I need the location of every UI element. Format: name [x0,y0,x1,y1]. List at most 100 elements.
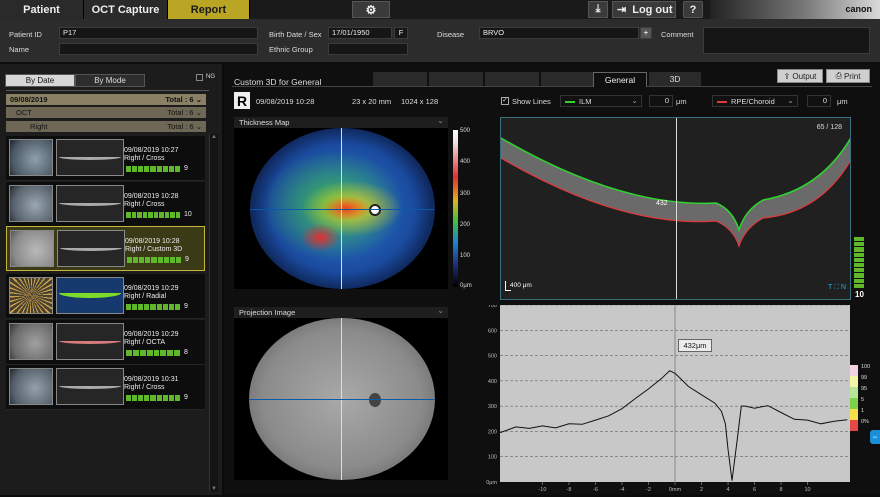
patient-info-bar: Patient ID P17 Name Birth Date / Sex 17/… [0,19,880,63]
x-tick-label: 10 [805,487,811,493]
orientation-icon: T ⛶ N [828,284,846,291]
gear-icon: ⚙ [365,2,377,17]
y-tick-label: 200 [488,429,497,435]
scan-size: 23 x 20 mm [352,97,392,106]
name-label: Name [9,45,30,54]
scale-label: 200 [460,222,471,228]
scan-datetime: 09/08/2019 10:28 [256,97,315,106]
help-button[interactable]: ? [683,1,703,18]
add-disease-button[interactable]: + [640,27,652,39]
rpe-offset-input[interactable]: 0 [807,95,831,107]
list-item[interactable]: 09/08/2019 10:29 Right / OCTA 8 [6,320,205,365]
tree-right[interactable]: Right Total : 6 ⌄ [6,121,206,132]
tab-oct-capture[interactable]: OCT Capture [84,0,168,19]
thickness-tooltip: 432μm [678,339,712,352]
rpe-select[interactable]: RPE/Choroid ⌄ [712,95,798,107]
scan-date: 09/08/2019 10:29 [124,331,179,338]
scalebar-horizontal [505,290,511,291]
disease-field[interactable]: BRVO [479,27,639,39]
quality-value: 10 [184,211,192,218]
chevron-down-icon: ⌄ [195,95,202,104]
scale-label: 400 [460,159,471,165]
ilm-select[interactable]: ILM ⌄ [560,95,642,107]
legend-label: 5 [861,397,865,403]
patient-id-label: Patient ID [9,30,42,39]
ethnic-group-label: Ethnic Group [269,45,313,54]
birthdate-label: Birth Date / Sex [269,30,322,39]
tab-by-date[interactable]: By Date [5,74,75,87]
thickness-profile-chart[interactable]: 0μm 100 200 300 400 500 600 700 -10 -8 -6 -4 -2 0mm 2 4… [480,303,850,495]
tree-oct-total: Total : 6 [167,108,194,117]
scan-type: Right / Custom 3D [125,246,183,253]
comment-label: Comment [661,30,694,39]
output-button[interactable]: ⇪ Output [777,69,823,83]
slice-indicator: 65 / 128 [816,124,842,131]
thickness-marker: 432 [656,200,668,207]
download-button[interactable]: ⤓ [588,1,608,18]
tab-report[interactable]: Report [168,0,250,19]
scan-type: Right / Radial [124,293,167,300]
list-item[interactable]: 09/08/2019 10:29 Right / Radial 9 [6,274,205,319]
side-panel-toggle[interactable]: ⇔ [870,430,880,444]
quality-bar [127,257,181,263]
tab-patient[interactable]: Patient [0,0,84,19]
scan-type: Right / Cross [124,384,165,391]
chevron-down-icon[interactable]: ⌄ [437,306,444,315]
tab-by-mode[interactable]: By Mode [75,74,145,87]
scrollbar[interactable]: ▲ ▼ [209,134,218,492]
list-item[interactable]: 09/08/2019 10:27 Right / Cross 9 [6,136,205,181]
rpe-color-swatch [717,101,727,103]
divider [6,90,209,91]
scan-type: Right / OCTA [124,339,166,346]
scan-date: 09/08/2019 10:28 [124,193,179,200]
list-item[interactable]: 09/08/2019 10:28 Right / Cross 10 [6,182,205,227]
scalebar-label: 400 μm [510,282,532,289]
chevron-down-icon[interactable]: ⌄ [437,116,444,125]
x-tick-label: 8 [780,487,783,493]
logout-button[interactable]: ⇥ Log out [612,1,676,18]
y-tick-label: 400 [488,379,497,385]
show-lines-checkbox[interactable]: ✓ [501,97,509,105]
vertical-cursor [676,118,677,299]
quality-value: 9 [185,256,189,263]
thickness-map-header: Thickness Map ⌄ [234,116,448,128]
optic-disc [369,204,381,216]
print-button[interactable]: ⎙ Print [826,69,870,83]
thickness-map[interactable] [234,128,448,289]
tree-date[interactable]: 09/08/2019 Total : 6 ⌄ [6,94,206,105]
rpe-label: RPE/Choroid [731,97,775,106]
tree-oct-label: OCT [16,108,32,117]
x-tick-label: -6 [593,487,598,493]
print-label: Print [843,71,861,81]
ng-checkbox[interactable] [196,74,203,81]
tree-right-total: Total : 6 [167,122,194,131]
ilm-offset-input[interactable]: 0 [649,95,673,107]
scan-line [249,399,435,400]
sex-field: F [394,27,408,39]
scale-label: 100 [460,253,471,259]
x-tick-label: -4 [620,487,625,493]
chart-svg: 0μm 100 200 300 400 500 600 700 -10 -8 -6 -4 -2 0mm 2 4… [486,303,850,493]
tab-3d[interactable]: 3D [649,72,701,86]
legend-label: 1 [861,408,865,414]
y-tick-label: 100 [488,455,497,461]
comment-field[interactable] [703,27,870,54]
x-tick-label: 0mm [669,487,682,493]
brand-logo: canon [845,4,872,14]
list-item-selected[interactable]: 09/08/2019 10:28 Right / Custom 3D 9 [6,226,205,271]
chevron-down-icon: ⌄ [195,122,202,131]
tab-general[interactable]: General [593,72,647,87]
bscan-image[interactable]: 432 65 / 128 400 μm T ⛶ N [500,117,851,300]
projection-image[interactable] [234,318,448,480]
x-tick-label: -10 [538,487,546,493]
tree-oct[interactable]: OCT Total : 6 ⌄ [6,107,206,118]
settings-button[interactable]: ⚙ [352,1,390,18]
fundus-thumbnail [9,185,53,222]
x-tick-label: -2 [646,487,651,493]
quality-value: 9 [184,303,188,310]
quality-value: 9 [184,165,188,172]
chevron-up-icon: ▲ [211,134,217,140]
projection-title: Projection Image [239,308,296,317]
list-item[interactable]: 09/08/2019 10:31 Right / Cross 9 [6,365,205,410]
bscan-thumbnail [56,277,124,314]
